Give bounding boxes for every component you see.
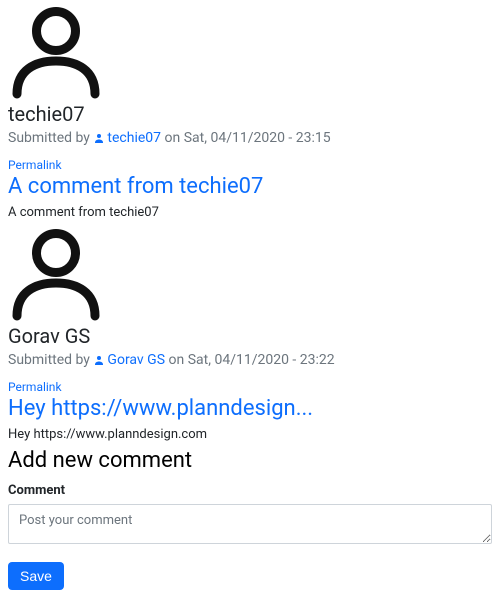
comment-author-name: Gorav GS: [8, 324, 492, 348]
user-avatar-icon: [8, 4, 104, 100]
byline-prefix: Submitted by: [8, 352, 90, 368]
comment-author-name: techie07: [8, 102, 492, 126]
permalink-link[interactable]: Permalink: [8, 158, 492, 172]
comment-body-text: Hey https://www.planndesign.com: [8, 427, 492, 442]
add-comment-heading: Add new comment: [8, 448, 492, 473]
user-avatar-icon: [8, 226, 104, 322]
comment-body-text: A comment from techie07: [8, 205, 492, 220]
byline-date: Sat, 04/11/2020 - 23:15: [184, 130, 331, 146]
avatar: [8, 4, 492, 100]
user-icon: [93, 354, 105, 370]
byline-on: on: [165, 130, 181, 146]
comment-byline: Submitted by techie07 on Sat, 04/11/2020…: [8, 130, 492, 148]
permalink-link[interactable]: Permalink: [8, 380, 492, 394]
byline-date: Sat, 04/11/2020 - 23:22: [188, 352, 335, 368]
comment-item: Gorav GS Submitted by Gorav GS on Sat, 0…: [8, 226, 492, 442]
comment-byline: Submitted by Gorav GS on Sat, 04/11/2020…: [8, 352, 492, 370]
byline-author-link[interactable]: Gorav GS: [107, 352, 165, 368]
comment-input[interactable]: [8, 504, 492, 544]
byline-author-link[interactable]: techie07: [107, 130, 161, 146]
save-button[interactable]: Save: [8, 562, 64, 590]
byline-prefix: Submitted by: [8, 130, 90, 146]
user-icon: [93, 132, 105, 148]
comment-title-link[interactable]: A comment from techie07: [8, 174, 492, 199]
comment-field-label: Comment: [8, 483, 492, 498]
avatar: [8, 226, 492, 322]
byline-on: on: [169, 352, 185, 368]
comment-title-link[interactable]: Hey https://www.planndesign...: [8, 396, 492, 421]
comment-item: techie07 Submitted by techie07 on Sat, 0…: [8, 4, 492, 220]
